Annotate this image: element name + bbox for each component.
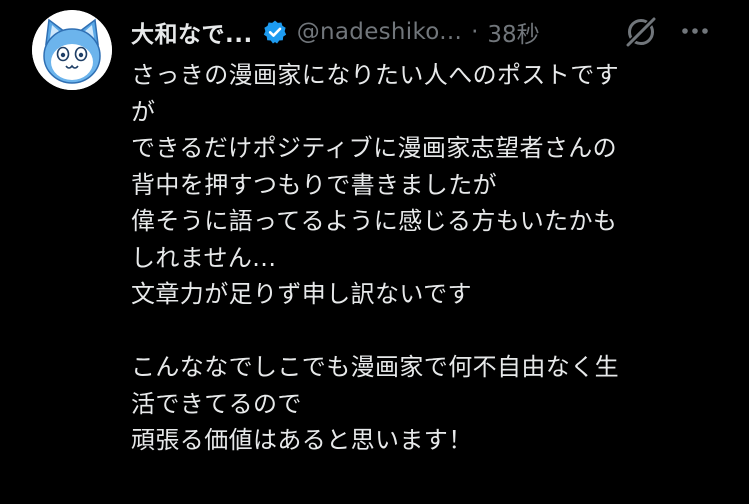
more-options-icon[interactable] (678, 18, 712, 44)
display-name[interactable]: 大和なで... (131, 15, 253, 49)
user-handle[interactable]: @nadeshiko... (297, 19, 462, 45)
post-text-line: が (131, 97, 156, 126)
post-text-line: さっきの漫画家になりたい人へのポストです (131, 61, 619, 89)
separator-dot: · (471, 19, 479, 45)
post[interactable]: 大和なで... @nadeshiko... · 38秒 さっきの漫画家になりたい… (0, 0, 749, 504)
post-text-blank-line (131, 313, 731, 350)
post-text-line: 文章力が足りず申し訳ないです (131, 280, 472, 308)
post-text-line: 活できてるので (131, 389, 302, 418)
post-text-line: 頑張る価値はあると思います！ (131, 426, 473, 454)
verified-badge-icon[interactable] (262, 19, 288, 45)
post-text-line: できるだけポジティブに漫画家志望者さんの (131, 134, 618, 162)
post-text-line: こんななでしこでも漫画家で何不自由なく生 (131, 353, 619, 381)
grok-icon[interactable] (623, 14, 659, 50)
avatar[interactable] (32, 10, 112, 90)
timestamp[interactable]: 38秒 (487, 15, 539, 49)
cat-mascot-avatar-icon (32, 10, 112, 90)
post-text-line: 背中を押すつもりで書きましたが (131, 170, 497, 199)
post-text: さっきの漫画家になりたい人へのポストです が できるだけポジティブに漫画家志望者… (131, 57, 731, 459)
post-text-line: 偉そうに語ってるように感じる方もいたかも (131, 207, 618, 235)
post-text-line: しれません... (131, 243, 277, 272)
